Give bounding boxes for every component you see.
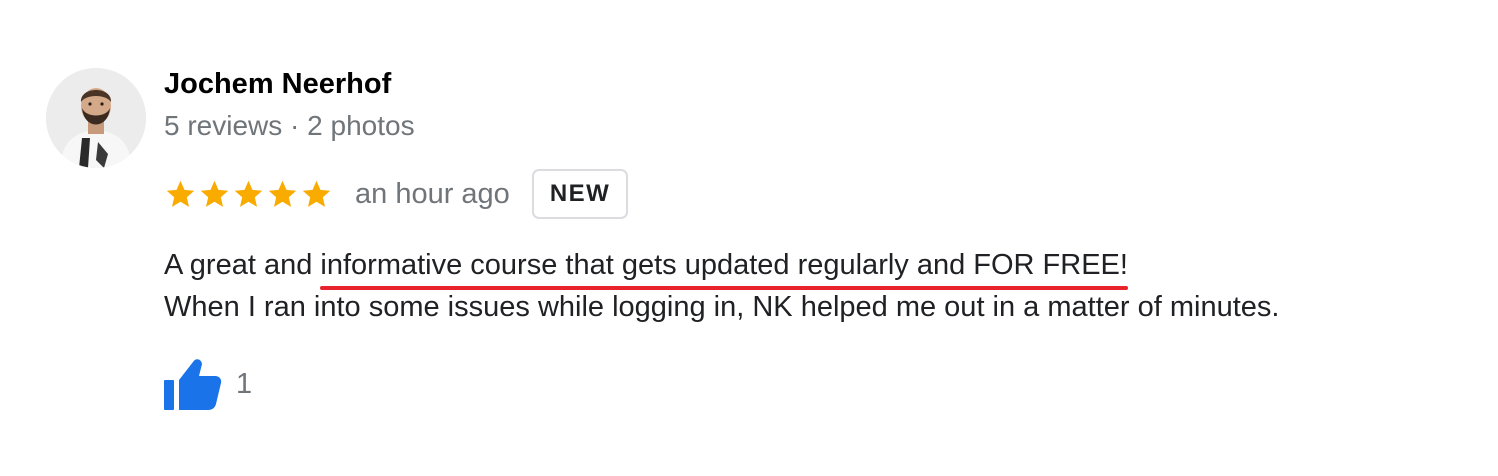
star-icon: [166, 180, 195, 207]
star-icon: [302, 180, 331, 207]
highlighted-text-content: informative course that gets updated reg…: [320, 249, 1128, 281]
reviewer-stats: 5 reviews · 2 photos: [164, 110, 415, 141]
star-icon: [268, 180, 297, 207]
review-text-line-1: A great and informative course that gets…: [164, 244, 1279, 290]
red-underline: [320, 286, 1128, 290]
new-badge: NEW: [531, 169, 629, 219]
review-text: A great and informative course that gets…: [164, 244, 1279, 328]
reviewer-name[interactable]: Jochem Neerhof: [164, 68, 391, 101]
thumbs-up-icon[interactable]: [164, 356, 222, 412]
star-icon: [234, 180, 263, 207]
rating-row: an hour ago NEW: [164, 168, 629, 220]
review-time: an hour ago: [355, 177, 510, 210]
review-text-line-2: When I ran into some issues while loggin…: [164, 291, 1280, 323]
avatar[interactable]: [46, 68, 146, 168]
like-count: 1: [236, 367, 253, 400]
highlighted-text: informative course that gets updated reg…: [320, 244, 1128, 290]
star-icon: [200, 180, 229, 207]
review-text-intro: A great and: [164, 249, 321, 281]
like-row: 1: [164, 356, 252, 412]
star-rating: [164, 178, 333, 211]
avatar-photo: [46, 68, 146, 168]
review-card: Jochem Neerhof 5 reviews · 2 photos an h…: [0, 0, 1498, 476]
